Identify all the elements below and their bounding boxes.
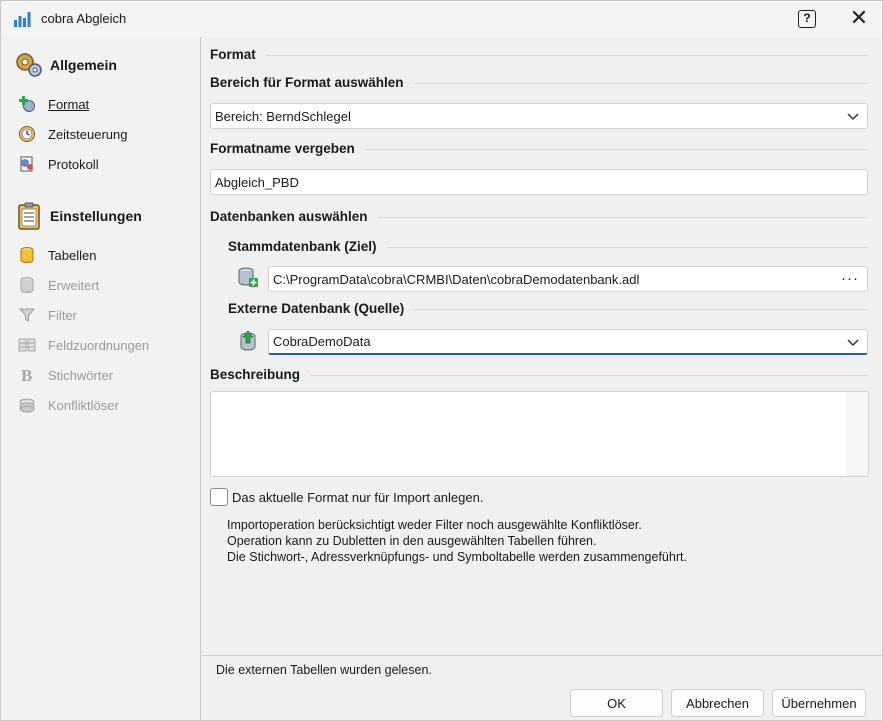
import-only-label: Das aktuelle Format nur für Import anleg… [232,489,484,505]
stamm-header: Stammdatenbank (Ziel) [228,237,868,255]
close-button[interactable]: ✕ [847,7,871,31]
sidebar-item-label: Stichwörter [48,367,114,383]
textarea-scrollbar[interactable] [846,392,868,476]
sidebar-item-format[interactable]: Format [18,94,89,114]
filter-icon [18,306,36,324]
cancel-button[interactable]: Abbrechen [671,689,764,717]
formatname-input[interactable]: Abgleich_PBD [210,169,868,195]
sidebar-item-feldzuordnungen[interactable]: Feldzuordnungen [18,335,149,355]
database-gray-icon [18,276,36,294]
sidebar-section-label: Allgemein [50,57,117,73]
svg-text:B: B [21,366,32,384]
main-panel: Format Bereich für Format auswählen Bere… [202,37,882,655]
sidebar-item-konfliktloeser[interactable]: Konfliktlöser [18,395,119,415]
app-chart-icon [14,12,31,27]
sidebar-item-label: Format [48,96,90,112]
sidebar-item-erweitert[interactable]: Erweitert [18,275,99,295]
sidebar-item-label: Protokoll [48,156,99,172]
sidebar-section-label: Einstellungen [50,208,142,224]
database-arrow-icon [240,330,256,351]
gears-icon [16,53,42,77]
bereich-value: Bereich: BerndSchlegel [215,108,351,124]
sidebar-item-label: Erweitert [48,277,100,293]
dialog-window: cobra Abgleich ? ✕ Allgemein Format Zeit… [0,0,883,721]
field-mapping-icon [18,336,36,354]
plus-gear-icon [18,95,36,113]
formatname-value: Abgleich_PBD [215,174,299,190]
help-button[interactable]: ? [798,10,816,28]
sidebar-item-stichwoerter[interactable]: B Stichwörter [18,365,113,385]
format-header: Format [210,45,868,63]
status-bar: Die externen Tabellen wurden gelesen. OK… [202,655,882,720]
extern-db-dropdown[interactable]: CobraDemoData [268,329,868,355]
browse-button[interactable]: ··· [841,270,859,287]
sidebar-item-label: Konfliktlöser [48,397,119,413]
sidebar-section-einstellungen[interactable]: Einstellungen [14,200,142,232]
log-icon [18,155,36,173]
clock-icon [18,125,36,143]
title-bar: cobra Abgleich ? ✕ [1,1,882,37]
sidebar: Allgemein Format Zeitsteuerung Protokoll… [2,37,201,720]
status-text: Die externen Tabellen wurden gelesen. [216,663,432,677]
apply-button[interactable]: Übernehmen [772,689,866,717]
window-title: cobra Abgleich [41,11,127,26]
clipboard-icon [18,202,40,230]
database-plus-icon [238,267,258,287]
ok-button[interactable]: OK [570,689,663,717]
stack-icon [18,396,36,414]
bereich-dropdown[interactable]: Bereich: BerndSchlegel [210,103,868,129]
chevron-down-icon [847,113,859,121]
beschreibung-header: Beschreibung [210,365,868,383]
sidebar-item-label: Zeitsteuerung [48,126,128,142]
bold-b-icon: B [18,366,36,384]
formatname-header: Formatname vergeben [210,139,868,157]
import-only-option[interactable]: Das aktuelle Format nur für Import anleg… [210,488,483,506]
datenbanken-header: Datenbanken auswählen [210,207,868,225]
extern-db-value: CobraDemoData [273,334,371,349]
sidebar-item-zeitsteuerung[interactable]: Zeitsteuerung [18,124,128,144]
database-icon [18,246,36,264]
chevron-down-icon [847,339,859,347]
sidebar-item-label: Feldzuordnungen [48,337,150,353]
bereich-header: Bereich für Format auswählen [210,73,868,91]
info-line: Operation kann zu Dubletten in den ausge… [227,534,597,548]
sidebar-item-protokoll[interactable]: Protokoll [18,154,99,174]
import-info-text: Importoperation berücksichtigt weder Fil… [227,517,687,565]
extern-header: Externe Datenbank (Quelle) [228,299,868,317]
import-only-checkbox[interactable] [210,488,228,506]
sidebar-item-label: Tabellen [48,247,97,263]
sidebar-section-allgemein[interactable]: Allgemein [14,49,117,81]
stamm-path-input[interactable]: C:\ProgramData\cobra\CRMBI\Daten\cobraDe… [268,266,868,292]
info-line: Die Stichwort-, Adressverknüpfungs- und … [227,550,687,564]
beschreibung-textarea[interactable] [210,391,869,477]
sidebar-item-filter[interactable]: Filter [18,305,77,325]
sidebar-item-tabellen[interactable]: Tabellen [18,245,96,265]
sidebar-item-label: Filter [48,307,77,323]
stamm-path-value: C:\ProgramData\cobra\CRMBI\Daten\cobraDe… [273,271,640,287]
info-line: Importoperation berücksichtigt weder Fil… [227,518,642,532]
